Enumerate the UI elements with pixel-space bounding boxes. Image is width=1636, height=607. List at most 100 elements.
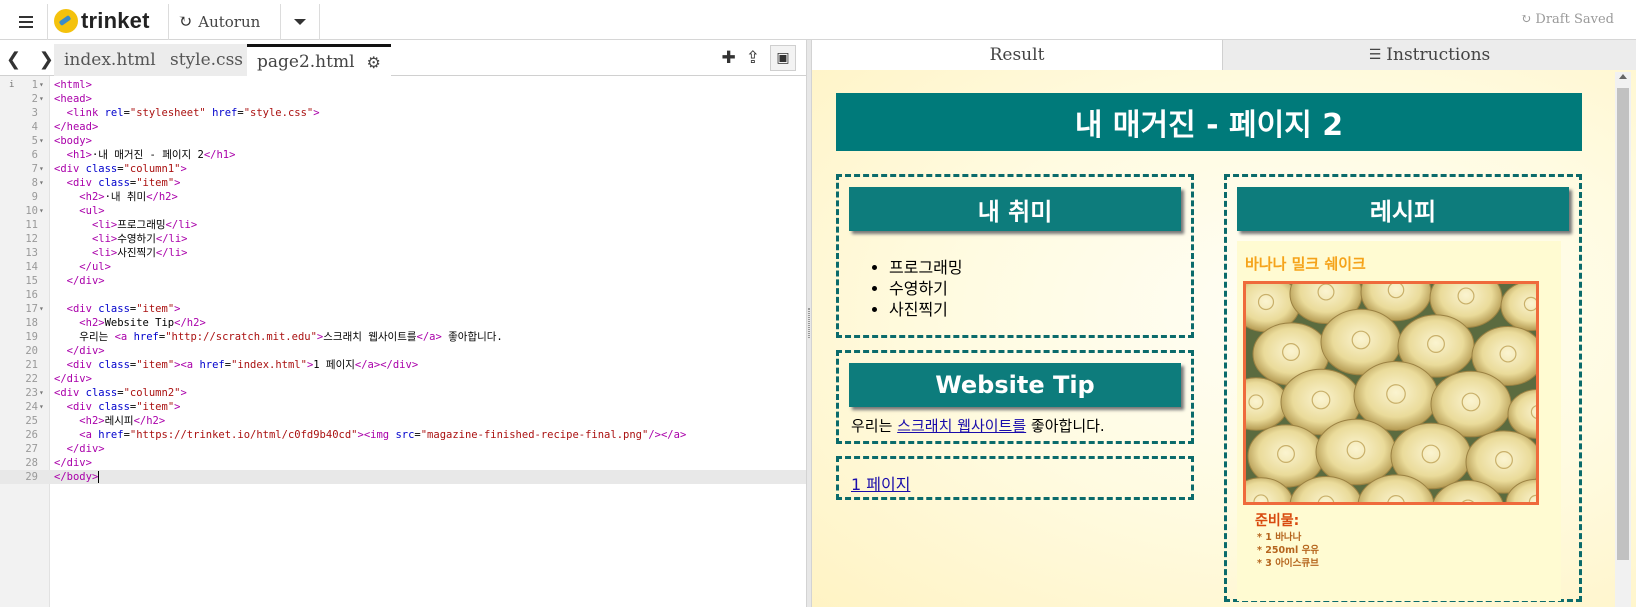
fold-toggle-icon[interactable]: ▾ [39,204,49,218]
result-pane: Result ☰ Instructions 내 매거진 - 페이지 2 내 취미… [812,40,1636,607]
banana-slices-picture [1246,284,1536,502]
tab-index-html[interactable]: index.html [54,44,166,76]
line-number: 14 [25,261,38,273]
tip-text-after: 좋아합니다. [1026,417,1105,435]
line-number: 23 [25,387,38,399]
drag-handle-icon [808,308,810,338]
code-text: <li>사진찍기</li> [91,247,188,259]
line-number: 9 [31,191,38,203]
code-line[interactable]: 24 ▾ <div class="item"> [0,400,806,414]
fold-toggle-icon[interactable]: ▾ [39,162,49,176]
line-number: 11 [25,219,38,231]
code-line[interactable]: 25 <h2>레시피</h2> [0,414,806,428]
page-1-link[interactable]: 1 페이지 [851,471,910,495]
scroll-up-icon[interactable] [1619,74,1627,79]
fold-toggle-icon[interactable]: ▾ [39,176,49,190]
tab-style-css[interactable]: style.css [160,44,254,76]
code-text: <link rel="stylesheet" href="style.css"> [66,107,320,119]
fold-toggle-icon[interactable]: ▾ [39,78,49,92]
trinket-logo[interactable]: trinket [54,8,150,34]
add-file-icon[interactable]: ✚ [722,48,736,71]
code-text: <a href="https://trinket.io/html/c0fd9b4… [79,429,687,441]
tab-label: style.css [170,50,244,70]
code-text: <ul> [79,205,105,217]
fold-toggle-icon[interactable]: ▾ [39,400,49,414]
scratch-link[interactable]: 스크래치 웹사이트를 [897,417,1026,435]
line-number: 10 [25,205,38,217]
code-line[interactable]: 12 <li>수영하기</li> [0,232,806,246]
ingredient-item: * 3 아이스큐브 [1257,558,1319,569]
line-number: 12 [25,233,38,245]
preview-scrollbar[interactable] [1615,72,1631,607]
page-link-item: 1 페이지 [836,456,1194,500]
gear-icon[interactable]: ⚙ [367,53,381,72]
code-line[interactable]: 8 ▾ <div class="item"> [0,176,806,190]
line-number: 3 [31,107,38,119]
tab-result[interactable]: Result [812,40,1223,70]
code-editor-pane: ❮ ❯ index.html style.css page2.html ⚙ ✚ … [0,40,806,607]
code-text: <body> [54,135,92,147]
line-number: 28 [25,457,38,469]
menu-button[interactable] [4,4,48,40]
code-line[interactable]: 21 <div class="item"><a href="index.html… [0,358,806,372]
code-line[interactable]: 2 ▾ <head> [0,92,806,106]
upload-icon[interactable]: ⇪ [746,48,760,71]
tab-nav-arrows[interactable]: ❮ ❯ [6,49,60,70]
code-line[interactable]: 16 [0,288,806,302]
code-line[interactable]: 28 </div> [0,456,806,470]
fold-toggle-icon[interactable]: ▾ [39,302,49,316]
tab-instructions[interactable]: ☰ Instructions [1223,40,1636,70]
code-text: <h2>Website Tip</h2> [79,317,206,329]
code-area[interactable]: 1 ▾ i <html> 2 ▾ <head> 3 <link rel="stylesheet… [0,78,806,484]
code-line[interactable]: 5 ▾ <body> [0,134,806,148]
code-text: <li>프로그래밍</li> [91,219,198,231]
line-number: 18 [25,317,38,329]
code-line[interactable]: 13 <li>사진찍기</li> [0,246,806,260]
code-line[interactable]: 27 </div> [0,442,806,456]
autorun-dropdown-button[interactable] [281,4,319,40]
code-line[interactable]: 4 </head> [0,120,806,134]
hobby-list: 프로그래밍 수영하기 사진찍기 [889,257,963,320]
code-line[interactable]: 3 <link rel="stylesheet" href="style.css… [0,106,806,120]
top-bar: trinket ↻ Autorun ↻ Draft Saved [0,0,1636,40]
website-tip-item: Website Tip 우리는 스크래치 웹사이트를 좋아합니다. [836,350,1194,444]
hamburger-icon [18,16,33,28]
code-line[interactable]: 17 ▾ <div class="item"> [0,302,806,316]
recipe-title: 바나나 밀크 쉐이크 [1245,255,1366,273]
line-number: 15 [25,275,38,287]
fold-toggle-icon[interactable]: ▾ [39,92,49,106]
autorun-button[interactable]: ↻ Autorun [178,4,260,40]
line-number: 6 [31,149,38,161]
code-line[interactable]: 29 </body> [0,470,806,484]
code-line[interactable]: 20 </div> [0,344,806,358]
code-line[interactable]: 11 <li>프로그래밍</li> [0,218,806,232]
trinket-logo-icon [54,9,78,33]
code-text: </div> [66,345,105,357]
code-line[interactable]: 22 </div> [0,372,806,386]
code-line[interactable]: 15 </div> [0,274,806,288]
code-text: <html> [54,79,92,91]
code-line[interactable]: 10 ▾ <ul> [0,204,806,218]
line-number: 21 [25,359,38,371]
line-number: 17 [25,303,38,315]
code-line[interactable]: 26 <a href="https://trinket.io/html/c0fd… [0,428,806,442]
fold-toggle-icon[interactable]: ▾ [39,134,49,148]
draft-status: ↻ Draft Saved [1521,12,1614,27]
tab-page2-html[interactable]: page2.html ⚙ [247,44,391,77]
line-number: 7 [31,163,38,175]
scrollbar-thumb[interactable] [1617,88,1629,560]
code-line[interactable]: 1 ▾ i <html> [0,78,806,92]
image-library-icon[interactable]: ▣ [770,45,796,71]
code-text: <li>수영하기</li> [91,233,188,245]
line-number: 5 [31,135,38,147]
code-line[interactable]: 7 ▾ <div class="column1"> [0,162,806,176]
fold-toggle-icon[interactable]: ▾ [39,386,49,400]
code-line[interactable]: 23 ▾ <div class="column2"> [0,386,806,400]
code-line[interactable]: 6 <h1>·내 매거진 - 페이지 2</h1> [0,148,806,162]
code-line[interactable]: 9 <h2>·내 취미</h2> [0,190,806,204]
code-line[interactable]: 14 </ul> [0,260,806,274]
code-line[interactable]: 18 <h2>Website Tip</h2> [0,316,806,330]
banana-slices-image[interactable] [1243,281,1539,505]
code-line[interactable]: 19 우리는 <a href="http://scratch.mit.edu">… [0,330,806,344]
line-number: 16 [25,289,38,301]
